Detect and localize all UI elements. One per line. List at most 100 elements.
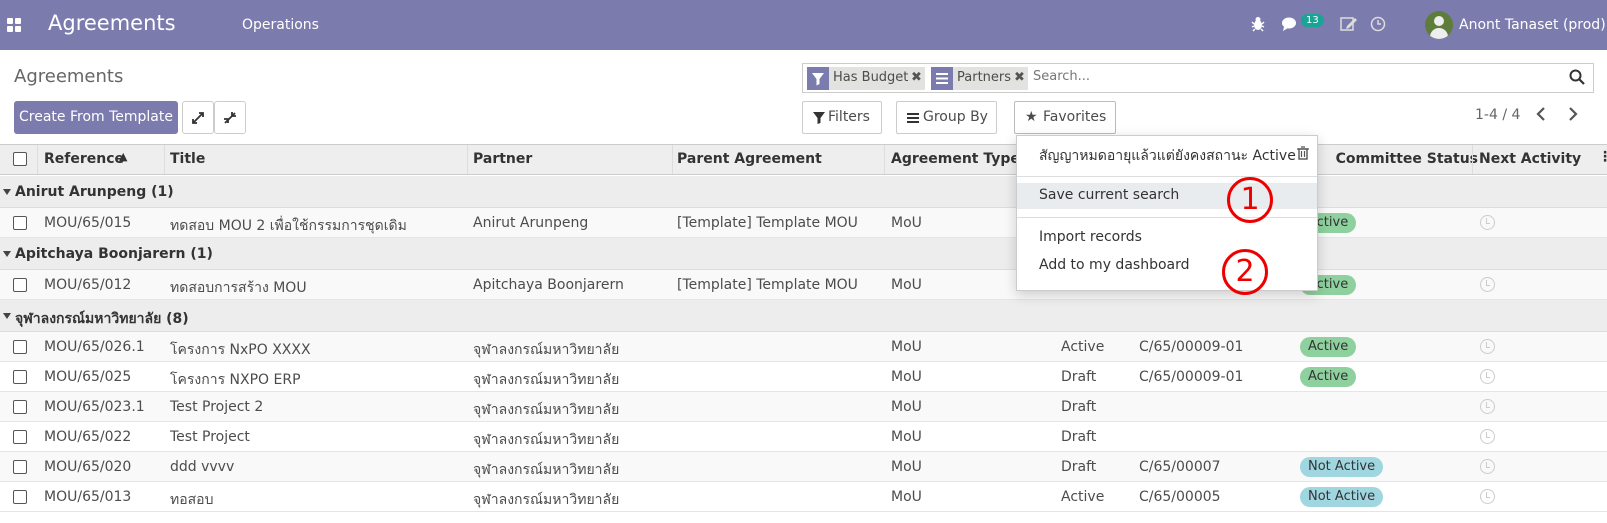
activity-clock-icon[interactable] (1480, 459, 1495, 474)
messages-count-badge: 13 (1301, 14, 1324, 27)
row-checkbox[interactable] (13, 370, 27, 384)
committee-status-badge: Not Active (1300, 457, 1384, 477)
search-icon[interactable] (1569, 69, 1585, 89)
cell-code: C/65/00009-01 (1139, 369, 1244, 385)
column-agreement-type[interactable]: Agreement Type (891, 151, 1020, 167)
cell-type: MoU (891, 339, 922, 355)
bug-icon[interactable] (1251, 16, 1265, 36)
search-input[interactable]: Search... (1033, 69, 1090, 84)
table-row[interactable]: MOU/65/013 ทอสอบ จุฬาลงกรณ์มหาวิทยาลัย MoU A… (0, 482, 1607, 512)
activity-clock-icon[interactable] (1370, 16, 1386, 36)
select-all-checkbox[interactable] (13, 152, 27, 166)
trash-icon[interactable] (1297, 146, 1309, 164)
create-from-template-button[interactable]: Create From Template (14, 101, 178, 134)
filter-icon (813, 112, 825, 124)
column-options-icon[interactable]: ⋮ (1598, 149, 1607, 165)
import-records-item[interactable]: Import records (1017, 225, 1317, 251)
add-to-dashboard-label: Add to my dashboard (1039, 257, 1190, 273)
activity-clock-icon[interactable] (1480, 215, 1495, 230)
column-committee-status[interactable]: Committee Status (1336, 151, 1478, 167)
cell-ref: MOU/65/015 (44, 215, 132, 231)
filters-button[interactable]: Filters (802, 101, 882, 134)
cell-type: MoU (891, 277, 922, 293)
cell-partner: จุฬาลงกรณ์มหาวิทยาลัย (473, 402, 620, 418)
apps-menu-icon[interactable] (7, 18, 21, 32)
pager-previous-icon[interactable] (1535, 106, 1547, 126)
table-row[interactable]: MOU/65/025 โครงการ NXPO ERP จุฬาลงกรณ์มหาว… (0, 362, 1607, 392)
remove-facet-icon[interactable]: ✖ (1014, 70, 1025, 85)
caret-down-icon (3, 251, 11, 257)
add-to-dashboard-item[interactable]: Add to my dashboard (1017, 253, 1317, 279)
activity-clock-icon[interactable] (1480, 429, 1495, 444)
chat-icon[interactable] (1281, 16, 1299, 36)
row-checkbox[interactable] (13, 460, 27, 474)
annotation-1: 1 (1227, 177, 1273, 223)
cell-partner: Apitchaya Boonjarern (473, 277, 624, 293)
cell-partner: จุฬาลงกรณ์มหาวิทยาลัย (473, 462, 620, 478)
row-checkbox[interactable] (13, 430, 27, 444)
save-current-search-label: Save current search (1039, 187, 1180, 203)
table-row[interactable]: MOU/65/026.1 โครงการ NxPO XXXX จุฬาลงกรณ์ม… (0, 332, 1607, 362)
cell-ref: MOU/65/012 (44, 277, 132, 293)
group-row[interactable]: Anirut Arunpeng (1) (0, 176, 1607, 208)
saved-filter-item[interactable]: สัญญาหมดอายุแล้วแต่ยังคงสถานะ Active (1017, 141, 1317, 167)
cell-state: Draft (1061, 459, 1097, 475)
cell-title: Test Project (170, 429, 250, 445)
user-menu-name[interactable]: Anont Tanaset (prod) (1459, 17, 1606, 33)
collapse-groups-button[interactable] (214, 101, 246, 134)
pager-value[interactable]: 1-4 / 4 (1475, 107, 1520, 123)
table-row[interactable]: MOU/65/022 Test Project จุฬาลงกรณ์มหาวิทยา… (0, 422, 1607, 452)
activity-clock-icon[interactable] (1480, 399, 1495, 414)
group-by-icon (931, 67, 953, 90)
column-partner[interactable]: Partner (473, 151, 532, 167)
facet-has-budget[interactable]: Has Budget ✖ (807, 67, 925, 90)
row-checkbox[interactable] (13, 400, 27, 414)
import-records-label: Import records (1039, 229, 1142, 245)
cell-ref: MOU/65/022 (44, 429, 132, 445)
group-row[interactable]: Apitchaya Boonjarern (1) (0, 238, 1607, 270)
activity-clock-icon[interactable] (1480, 277, 1495, 292)
edit-activity-icon[interactable] (1340, 16, 1358, 36)
cell-title: Test Project 2 (170, 399, 264, 415)
menu-operations[interactable]: Operations (242, 17, 319, 33)
table-row[interactable]: MOU/65/020 ddd vvvv จุฬาลงกรณ์มหาวิทยาลัย M… (0, 452, 1607, 482)
activity-clock-icon[interactable] (1480, 339, 1495, 354)
group-label: จุฬาลงกรณ์มหาวิทยาลัย (8) (15, 311, 189, 327)
activity-clock-icon[interactable] (1480, 489, 1495, 504)
column-title[interactable]: Title (170, 151, 205, 167)
remove-facet-icon[interactable]: ✖ (911, 70, 922, 85)
row-checkbox[interactable] (13, 340, 27, 354)
row-checkbox[interactable] (13, 216, 27, 230)
user-avatar[interactable] (1425, 11, 1453, 39)
row-checkbox[interactable] (13, 278, 27, 292)
cell-state: Active (1061, 339, 1105, 355)
expand-groups-button[interactable] (182, 101, 214, 134)
caret-down-icon (3, 313, 11, 319)
pager-next-icon[interactable] (1567, 106, 1579, 126)
row-checkbox[interactable] (13, 490, 27, 504)
table-row[interactable]: MOU/65/015 ทดสอบ MOU 2 เพื่อใช้กรรมการชุด… (0, 208, 1607, 238)
committee-status-badge: Active (1300, 367, 1357, 387)
top-navbar: Agreements Operations 13 Anont Tanaset (… (0, 0, 1607, 50)
activity-clock-icon[interactable] (1480, 369, 1495, 384)
table-row[interactable]: MOU/65/012 ทดสอบการสร้าง MOU Apitchaya Boo… (0, 270, 1607, 300)
column-reference[interactable]: Reference (44, 151, 124, 167)
column-parent-agreement[interactable]: Parent Agreement (677, 151, 822, 167)
table-row[interactable]: MOU/65/023.1 Test Project 2 จุฬาลงกรณ์มหาว… (0, 392, 1607, 422)
annotation-2: 2 (1222, 249, 1268, 295)
favorites-button[interactable]: ★ Favorites (1014, 101, 1116, 134)
group-by-button[interactable]: Group By (896, 101, 997, 134)
breadcrumb: Agreements (14, 66, 124, 87)
facet-partners[interactable]: Partners ✖ (931, 67, 1028, 90)
cell-parent: [Template] Template MOU (677, 277, 858, 293)
cell-type: MoU (891, 429, 922, 445)
cell-code: C/65/00009-01 (1139, 339, 1244, 355)
search-bar[interactable]: Has Budget ✖ Partners ✖ Search... (802, 63, 1594, 93)
app-title[interactable]: Agreements (48, 11, 176, 35)
cell-state: Active (1061, 489, 1105, 505)
column-next-activity[interactable]: Next Activity (1479, 151, 1581, 167)
bars-icon (907, 113, 919, 123)
cell-partner: จุฬาลงกรณ์มหาวิทยาลัย (473, 492, 620, 508)
caret-down-icon (3, 189, 11, 195)
group-row[interactable]: จุฬาลงกรณ์มหาวิทยาลัย (8) (0, 300, 1607, 332)
